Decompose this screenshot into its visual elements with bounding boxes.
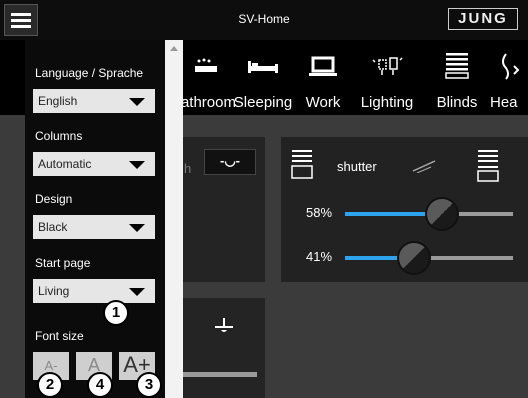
lamp-icon xyxy=(215,318,233,332)
chevron-down-icon xyxy=(129,288,145,296)
fontsize-label: Font size xyxy=(35,329,84,343)
language-select[interactable]: English xyxy=(33,89,155,113)
light-bulb-icon xyxy=(372,57,403,75)
heating-icon xyxy=(502,53,520,80)
startpage-label: Start page xyxy=(35,256,91,270)
design-label: Design xyxy=(35,192,73,206)
language-label: Language / Sprache xyxy=(35,66,144,80)
shutter-position-knob[interactable] xyxy=(425,197,460,231)
category-label: Hea xyxy=(490,94,518,111)
chevron-down-icon xyxy=(129,224,145,232)
app-root: SV-Home JUNG Bathroom Sleeping Work Ligh… xyxy=(0,0,528,398)
chevron-down-icon xyxy=(129,98,145,106)
columns-value: Automatic xyxy=(38,157,92,171)
callout-badge: 1 xyxy=(103,300,129,326)
category-label: Lighting xyxy=(360,94,414,111)
callout-badge: 4 xyxy=(87,372,113,398)
category-work[interactable]: Work xyxy=(302,40,344,115)
shutter-slat-knob[interactable] xyxy=(396,241,431,275)
columns-label: Columns xyxy=(35,129,83,143)
category-label: Work xyxy=(305,94,341,111)
startpage-value: Living xyxy=(38,284,70,298)
chevron-down-icon xyxy=(129,161,145,169)
shutter-slat-label: 41% xyxy=(306,249,333,264)
slats-angle-icon[interactable] xyxy=(411,159,437,173)
laptop-icon xyxy=(309,56,337,76)
bath-icon xyxy=(195,58,217,72)
category-blinds[interactable]: Blinds xyxy=(428,40,486,115)
tile-label-fragment: h xyxy=(184,161,192,176)
scroll-up-icon[interactable] xyxy=(170,46,178,51)
columns-select[interactable]: Automatic xyxy=(33,152,155,176)
category-label: Blinds xyxy=(436,94,478,111)
blinds-icon xyxy=(291,150,313,179)
brand-logo: JUNG xyxy=(448,8,518,30)
menu-icon-bar xyxy=(11,13,31,16)
callout-badge: 3 xyxy=(136,372,162,398)
bed-icon xyxy=(248,61,278,73)
settings-drawer: Language / Sprache English Columns Autom… xyxy=(25,40,165,398)
design-value: Black xyxy=(38,220,68,234)
blinds-icon xyxy=(445,53,469,79)
shutter-name: shutter xyxy=(337,159,377,174)
menu-icon-bar xyxy=(11,25,31,28)
category-sleeping[interactable]: Sleeping xyxy=(229,40,297,115)
category-label: Sleeping xyxy=(233,94,293,111)
shutter-tile: shutter 58% 41% xyxy=(281,137,528,282)
drawer-scrollbar[interactable] xyxy=(165,40,183,398)
language-value: English xyxy=(38,94,78,108)
menu-icon-bar xyxy=(11,19,31,22)
category-heating[interactable]: Hea xyxy=(488,40,528,115)
menu-button[interactable] xyxy=(4,4,38,36)
shutter-position-label: 58% xyxy=(306,205,333,220)
switch-button[interactable]: -◡- xyxy=(204,149,256,175)
category-lighting[interactable]: Lighting xyxy=(348,40,426,115)
callout-badge: 2 xyxy=(37,372,63,398)
design-select[interactable]: Black xyxy=(33,215,155,239)
top-bar: SV-Home JUNG xyxy=(0,0,528,40)
startpage-select[interactable]: Living xyxy=(33,279,155,303)
blinds-closed-icon[interactable] xyxy=(477,149,499,183)
